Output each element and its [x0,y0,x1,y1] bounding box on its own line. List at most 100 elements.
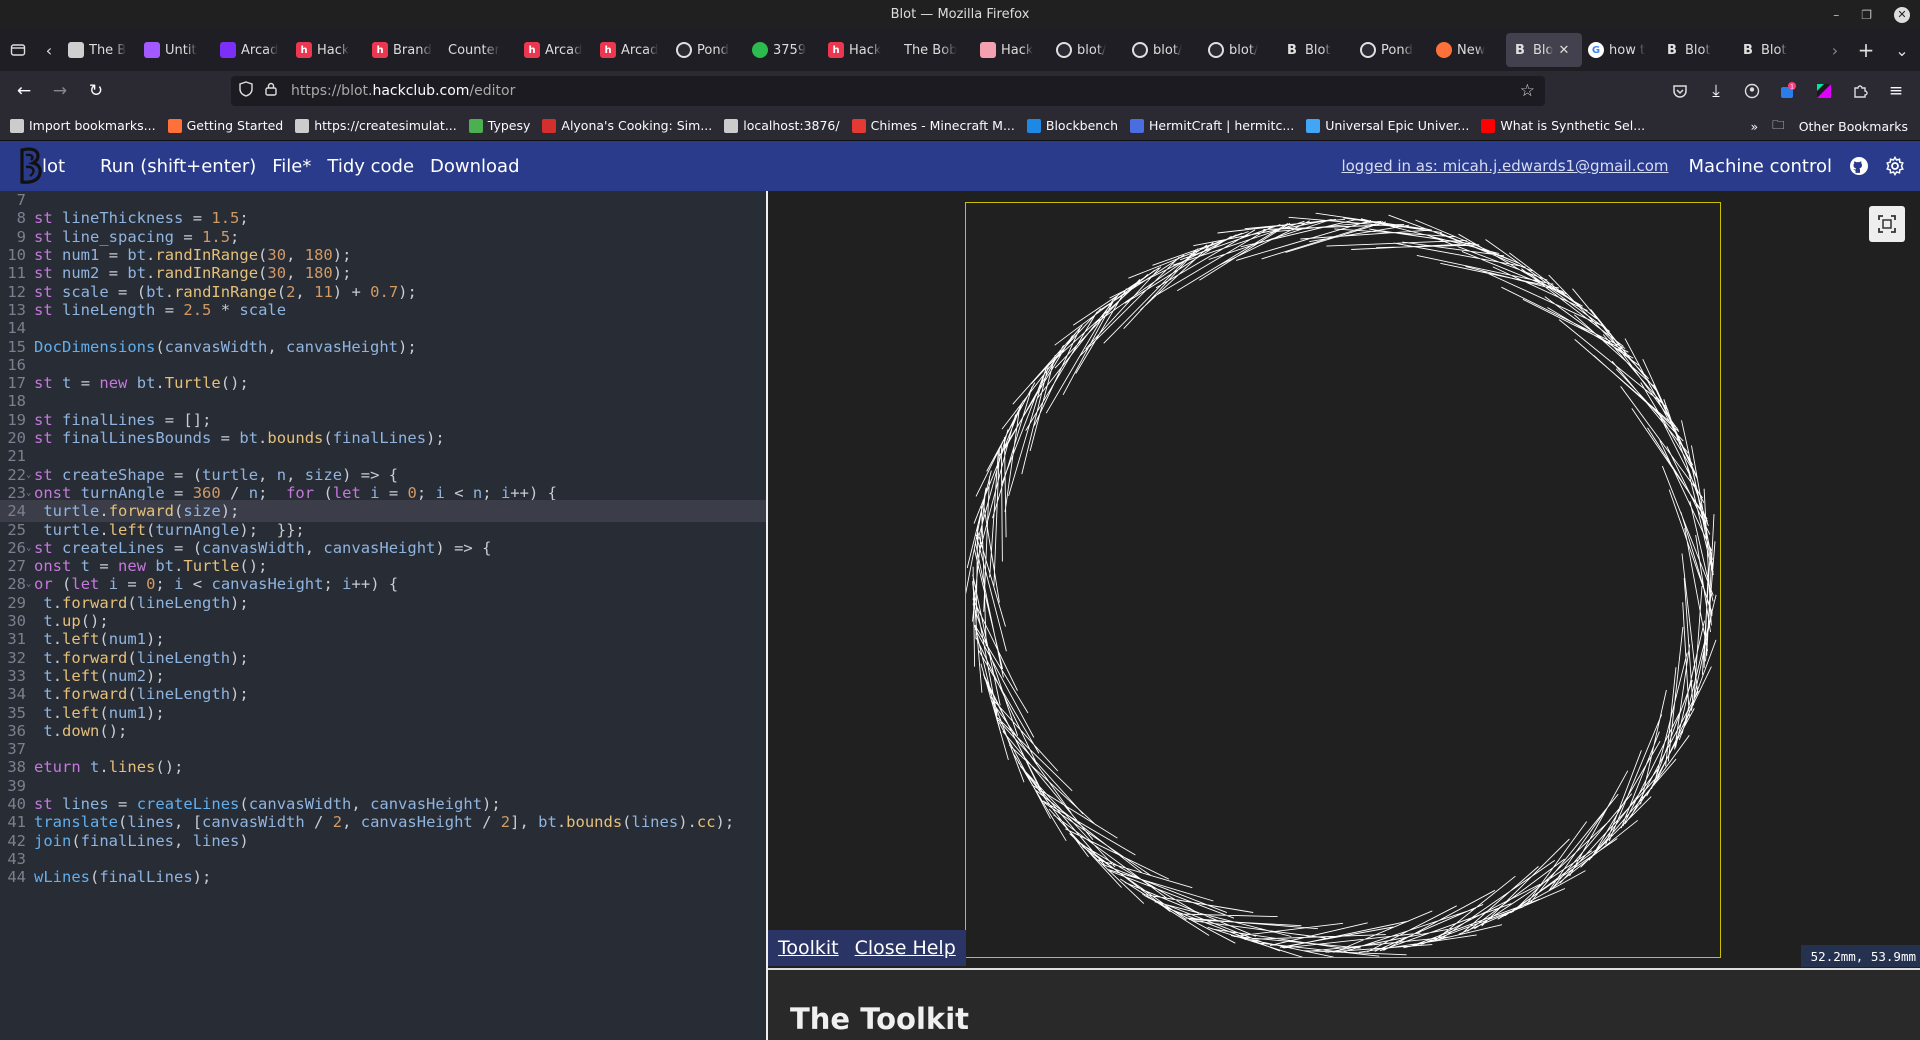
browser-tab[interactable]: Pond [670,33,746,67]
fit-to-view-button[interactable] [1869,206,1905,242]
browser-tab[interactable]: B Blot [1658,33,1734,67]
browser-tab[interactable]: B Blo ✕ [1506,33,1582,67]
navigation-toolbar: ← → ↻ https://blot.hackclub.com/editor ☆… [0,71,1920,111]
browser-tab[interactable]: Pond [1354,33,1430,67]
new-tab-icon[interactable]: + [1848,32,1884,68]
maximize-icon[interactable]: ❐ [1861,8,1872,22]
bookmark-favicon-icon [1481,118,1496,133]
account-icon[interactable] [1734,75,1770,107]
machine-control-button[interactable]: Machine control [1689,156,1832,177]
browser-tab[interactable]: blot/ [1126,33,1202,67]
browser-tab[interactable]: B Blot [1278,33,1354,67]
bookmark-item[interactable]: Universal Epic Univer... [1306,118,1469,133]
bookmark-favicon-icon [295,118,310,133]
bookmark-item[interactable]: Alyona's Cooking: Sim... [542,118,712,133]
bookmark-label: Blockbench [1045,118,1119,133]
bookmark-item[interactable]: What is Synthetic Sel... [1481,118,1645,133]
tab-overview-icon[interactable] [0,32,36,68]
list-all-tabs-icon[interactable]: ⌄ [1884,32,1920,68]
browser-tab[interactable]: h Arcad [518,33,594,67]
bookmark-item[interactable]: Import bookmarks... [10,118,156,133]
reload-icon[interactable]: ↻ [78,75,114,107]
downloads-icon[interactable]: ⤓ [1698,75,1734,107]
url-text[interactable]: https://blot.hackclub.com/editor [291,83,515,99]
extension-badge-icon[interactable]: 1 [1770,75,1806,107]
close-window-icon[interactable]: ✕ [1894,6,1910,23]
settings-gear-icon[interactable] [1884,155,1906,177]
url-bar[interactable]: https://blot.hackclub.com/editor ☆ [231,76,1545,106]
help-bar: Toolkit Close Help [768,930,966,966]
bookmark-star-icon[interactable]: ☆ [1520,81,1535,101]
browser-tab[interactable]: blot/ [1202,33,1278,67]
browser-tab[interactable]: The Bob [898,33,974,67]
back-icon[interactable]: ← [6,75,42,107]
app-header-right: logged in as: micah.j.edwards1@gmail.com… [1341,141,1920,191]
bookmark-item[interactable]: Blockbench [1026,118,1119,133]
github-icon [1360,42,1376,58]
browser-tab[interactable]: Untit [138,33,214,67]
url-host: hackclub.com [372,83,470,99]
lock-icon[interactable] [265,82,287,100]
tabs-scroll-right-icon[interactable]: › [1822,32,1848,68]
close-tab-icon[interactable]: ✕ [1558,43,1569,58]
browser-tab[interactable]: New [1430,33,1506,67]
download-button[interactable]: Download [430,156,519,177]
fold-chevron-icon[interactable]: ⌄ [26,543,34,553]
run-button[interactable]: Run (shift+enter) [100,156,256,177]
login-status-link[interactable]: logged in as: micah.j.edwards1@gmail.com [1341,157,1668,175]
drawing-preview[interactable] [768,191,1920,968]
github-icon[interactable] [1848,155,1870,177]
fold-chevron-icon[interactable]: ⌄ [26,470,34,480]
hackclub-icon: h [828,42,844,58]
extensions-puzzle-icon[interactable] [1842,75,1878,107]
github-icon [1132,42,1148,58]
tidy-code-button[interactable]: Tidy code [327,156,414,177]
toolkit-tab[interactable]: Toolkit [778,937,839,959]
browser-tab[interactable]: h Brand [366,33,442,67]
browser-tab[interactable]: Hack [974,33,1050,67]
other-bookmarks-link[interactable]: Other Bookmarks [1799,119,1908,134]
browser-tab[interactable]: h Hack [822,33,898,67]
tab-label: Counter [448,42,500,58]
tabs-scroll-left-icon[interactable]: ‹ [36,32,62,68]
bookmark-item[interactable]: localhost:3876/ [724,118,840,133]
google-icon: G [1588,42,1604,58]
browser-tab[interactable]: Ghow t [1582,33,1658,67]
tab-label: Blot [1685,42,1711,58]
fold-chevron-icon[interactable]: ⌄ [26,579,34,589]
browser-tab[interactable]: 3759 [746,33,822,67]
browser-tab[interactable]: Arcad [214,33,290,67]
browser-tab[interactable]: h Hack [290,33,366,67]
fold-chevron-icon[interactable]: ⌄ [26,488,34,498]
tab-label: Arcad [545,42,583,58]
code-line[interactable]: 44 wLines(finalLines); [0,866,766,888]
file-menu[interactable]: File* [272,156,311,177]
shield-icon[interactable] [239,81,259,101]
bookmark-item[interactable]: Typesy [468,118,530,133]
bookmark-label: Universal Epic Univer... [1325,118,1470,133]
forward-icon[interactable]: → [42,75,78,107]
minimize-icon[interactable]: – [1833,8,1839,22]
tab-label: Untit [165,42,197,58]
drawing-canvas [964,212,1717,959]
colorful-extension-icon[interactable] [1806,75,1842,107]
browser-tab[interactable]: The B [62,33,138,67]
hackclub-icon: h [372,42,388,58]
browser-tab[interactable]: B Blot [1734,33,1810,67]
github-icon [1208,42,1224,58]
bookmark-item[interactable]: HermitCraft | hermitc... [1130,118,1294,133]
bookmark-item[interactable]: https://createsimulat... [295,118,457,133]
close-help-button[interactable]: Close Help [855,937,956,959]
browser-tab[interactable]: Counter [442,33,518,67]
bookmark-label: Getting Started [186,118,284,133]
blot-logo[interactable]: lot [16,146,78,186]
blot-app-header: lot Run (shift+enter) File* Tidy code Do… [0,141,1920,191]
pocket-icon[interactable] [1662,75,1698,107]
hamburger-menu-icon[interactable]: ≡ [1878,75,1914,107]
code-editor[interactable]: 7 8st lineThickness = 1.5; 9st line_spacin… [0,191,766,1040]
bookmark-item[interactable]: Chimes - Minecraft M... [851,118,1015,133]
bookmark-item[interactable]: Getting Started [167,118,284,133]
chevron-double-right-icon[interactable]: » [1751,119,1759,134]
browser-tab[interactable]: h Arcad [594,33,670,67]
browser-tab[interactable]: blot/ [1050,33,1126,67]
